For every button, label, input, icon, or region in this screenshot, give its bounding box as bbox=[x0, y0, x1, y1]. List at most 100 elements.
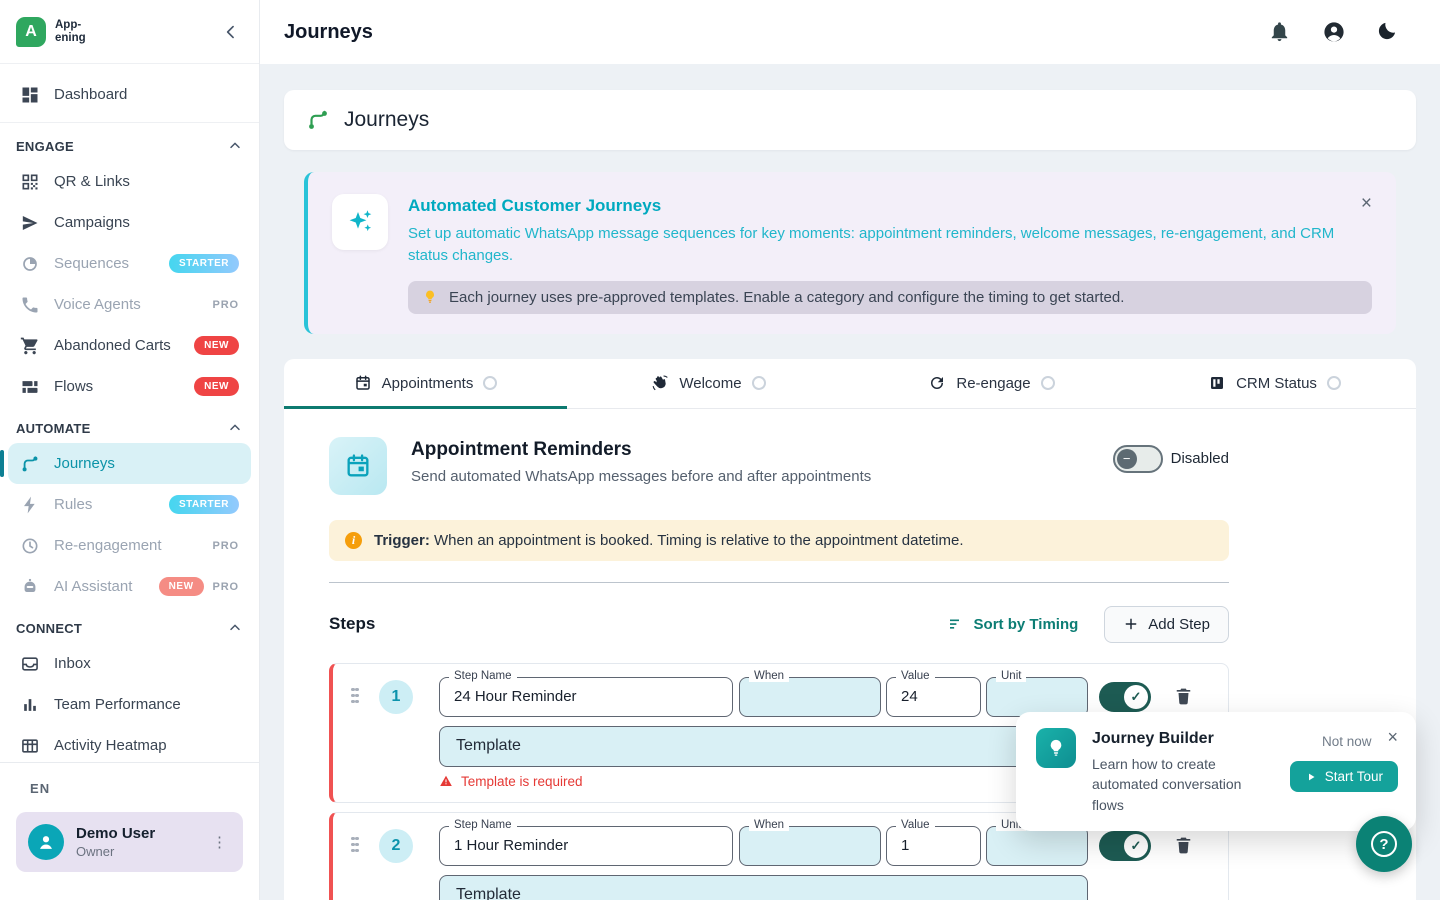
template-select[interactable]: Template bbox=[439, 726, 1088, 767]
step-enabled-toggle[interactable]: ✓ bbox=[1099, 682, 1151, 712]
sidebar-item-campaigns[interactable]: Campaigns bbox=[8, 202, 251, 243]
category-tabs: Appointments Welcome Re-engage CRM Statu… bbox=[284, 359, 1416, 409]
route-icon bbox=[20, 454, 40, 474]
send-icon bbox=[20, 213, 40, 233]
section-header-connect: CONNECT bbox=[8, 607, 251, 643]
sidebar-item-dashboard[interactable]: Dashboard bbox=[8, 74, 251, 115]
step-number-badge: 1 bbox=[379, 680, 413, 714]
bar-chart-icon bbox=[20, 695, 40, 715]
info-banner: Automated Customer Journeys Set up autom… bbox=[304, 172, 1396, 334]
sidebar-item-qr-links[interactable]: QR & Links bbox=[8, 161, 251, 202]
chevron-up-icon[interactable] bbox=[227, 138, 243, 154]
language-label[interactable]: EN bbox=[30, 781, 243, 796]
help-button[interactable]: ? bbox=[1356, 816, 1412, 872]
sparkles-icon bbox=[332, 194, 388, 250]
template-select[interactable]: Template bbox=[439, 875, 1088, 900]
page-title: Journeys bbox=[284, 21, 373, 44]
calendar-icon bbox=[354, 374, 372, 392]
tab-status-circle bbox=[1327, 376, 1341, 390]
sidebar-item-activity-heatmap[interactable]: Activity Heatmap bbox=[8, 725, 251, 762]
sequence-icon bbox=[20, 254, 40, 274]
kanban-icon bbox=[1208, 374, 1226, 392]
user-card[interactable]: Demo User Owner ⋮ bbox=[16, 812, 243, 872]
unit-select[interactable]: Unit bbox=[986, 826, 1088, 866]
when-select[interactable]: When bbox=[739, 677, 881, 717]
category-title: Appointment Reminders bbox=[411, 439, 871, 461]
sidebar-item-sequences[interactable]: Sequences STARTER bbox=[8, 243, 251, 284]
sidebar-item-abandoned-carts[interactable]: Abandoned Carts NEW bbox=[8, 325, 251, 366]
sidebar-item-rules[interactable]: Rules STARTER bbox=[8, 484, 251, 525]
step-name-input[interactable]: Step Name 24 Hour Reminder bbox=[439, 677, 733, 717]
banner-description: Set up automatic WhatsApp message sequen… bbox=[408, 223, 1372, 267]
logo-text: App- ening bbox=[55, 19, 86, 44]
tab-crm-status[interactable]: CRM Status bbox=[1133, 359, 1416, 408]
category-header: Appointment Reminders Send automated Wha… bbox=[329, 437, 1229, 495]
new-badge: NEW bbox=[194, 336, 239, 355]
trigger-label: Trigger: bbox=[374, 532, 430, 549]
sidebar: A App- ening Dashboard ENGAGE bbox=[0, 0, 260, 900]
dark-mode-moon-icon[interactable] bbox=[1376, 20, 1400, 44]
qr-code-icon bbox=[20, 172, 40, 192]
not-now-link[interactable]: Not now bbox=[1322, 734, 1372, 749]
banner-title: Automated Customer Journeys bbox=[408, 196, 1372, 216]
waving-hand-icon bbox=[651, 374, 669, 392]
lightbulb-icon bbox=[422, 289, 438, 305]
value-input[interactable]: Value 24 bbox=[886, 677, 981, 717]
sidebar-item-ai-assistant[interactable]: AI Assistant NEW PRO bbox=[8, 566, 251, 607]
bolt-icon bbox=[20, 495, 40, 515]
tab-re-engage[interactable]: Re-engage bbox=[850, 359, 1133, 408]
drag-handle-icon[interactable] bbox=[351, 688, 367, 706]
pro-tag: PRO bbox=[213, 581, 239, 593]
banner-close-icon[interactable]: × bbox=[1361, 194, 1372, 213]
sidebar-item-team-performance[interactable]: Team Performance bbox=[8, 684, 251, 725]
page-heading-card: Journeys bbox=[284, 90, 1416, 150]
inbox-icon bbox=[20, 654, 40, 674]
refresh-icon bbox=[928, 374, 946, 392]
category-enable-toggle[interactable]: − bbox=[1113, 445, 1163, 473]
step-enabled-toggle[interactable]: ✓ bbox=[1099, 831, 1151, 861]
topbar: Journeys bbox=[260, 0, 1440, 64]
popup-close-icon[interactable]: × bbox=[1387, 728, 1398, 746]
starter-badge: STARTER bbox=[169, 495, 239, 514]
toggle-minus-icon: − bbox=[1117, 449, 1137, 469]
sidebar-footer: EN Demo User Owner ⋮ bbox=[0, 762, 259, 900]
add-step-button[interactable]: Add Step bbox=[1104, 606, 1229, 643]
sidebar-nav: Dashboard ENGAGE QR & Links Campaigns Se… bbox=[0, 64, 259, 762]
sidebar-item-journeys[interactable]: Journeys bbox=[8, 443, 251, 484]
avatar bbox=[28, 824, 64, 860]
trigger-text: When an appointment is booked. Timing is… bbox=[434, 532, 963, 549]
account-icon[interactable] bbox=[1322, 20, 1346, 44]
unit-select[interactable]: Unit bbox=[986, 677, 1088, 717]
trigger-banner: i Trigger: When an appointment is booked… bbox=[329, 520, 1229, 561]
sidebar-collapse-button[interactable] bbox=[217, 18, 245, 46]
sort-icon bbox=[947, 615, 965, 633]
sidebar-item-inbox[interactable]: Inbox bbox=[8, 643, 251, 684]
sort-by-timing-button[interactable]: Sort by Timing bbox=[947, 615, 1079, 633]
chevron-up-icon[interactable] bbox=[227, 420, 243, 436]
drag-handle-icon[interactable] bbox=[351, 837, 367, 855]
sidebar-header: A App- ening bbox=[0, 0, 259, 64]
chevron-up-icon[interactable] bbox=[227, 620, 243, 636]
delete-step-trash-icon[interactable] bbox=[1173, 835, 1194, 856]
sidebar-item-re-engagement[interactable]: Re-engagement PRO bbox=[8, 525, 251, 566]
popup-description: Learn how to create automated conversati… bbox=[1092, 754, 1274, 815]
when-select[interactable]: When bbox=[739, 826, 881, 866]
delete-step-trash-icon[interactable] bbox=[1173, 686, 1194, 707]
steps-heading: Steps bbox=[329, 614, 375, 634]
section-header-engage: ENGAGE bbox=[8, 125, 251, 161]
sidebar-item-voice-agents[interactable]: Voice Agents PRO bbox=[8, 284, 251, 325]
divider bbox=[329, 582, 1229, 583]
section-header-automate: AUTOMATE bbox=[8, 407, 251, 443]
cart-icon bbox=[20, 336, 40, 356]
tab-appointments[interactable]: Appointments bbox=[284, 359, 567, 408]
step-name-input[interactable]: Step Name 1 Hour Reminder bbox=[439, 826, 733, 866]
value-input[interactable]: Value 1 bbox=[886, 826, 981, 866]
sidebar-item-flows[interactable]: Flows NEW bbox=[8, 366, 251, 407]
user-menu-icon[interactable]: ⋮ bbox=[208, 833, 231, 851]
notifications-bell-icon[interactable] bbox=[1268, 20, 1292, 44]
category-status-label: Disabled bbox=[1171, 450, 1229, 467]
tab-welcome[interactable]: Welcome bbox=[567, 359, 850, 408]
question-mark-icon: ? bbox=[1371, 831, 1397, 857]
toggle-check-icon: ✓ bbox=[1124, 685, 1148, 709]
start-tour-button[interactable]: Start Tour bbox=[1290, 761, 1398, 792]
